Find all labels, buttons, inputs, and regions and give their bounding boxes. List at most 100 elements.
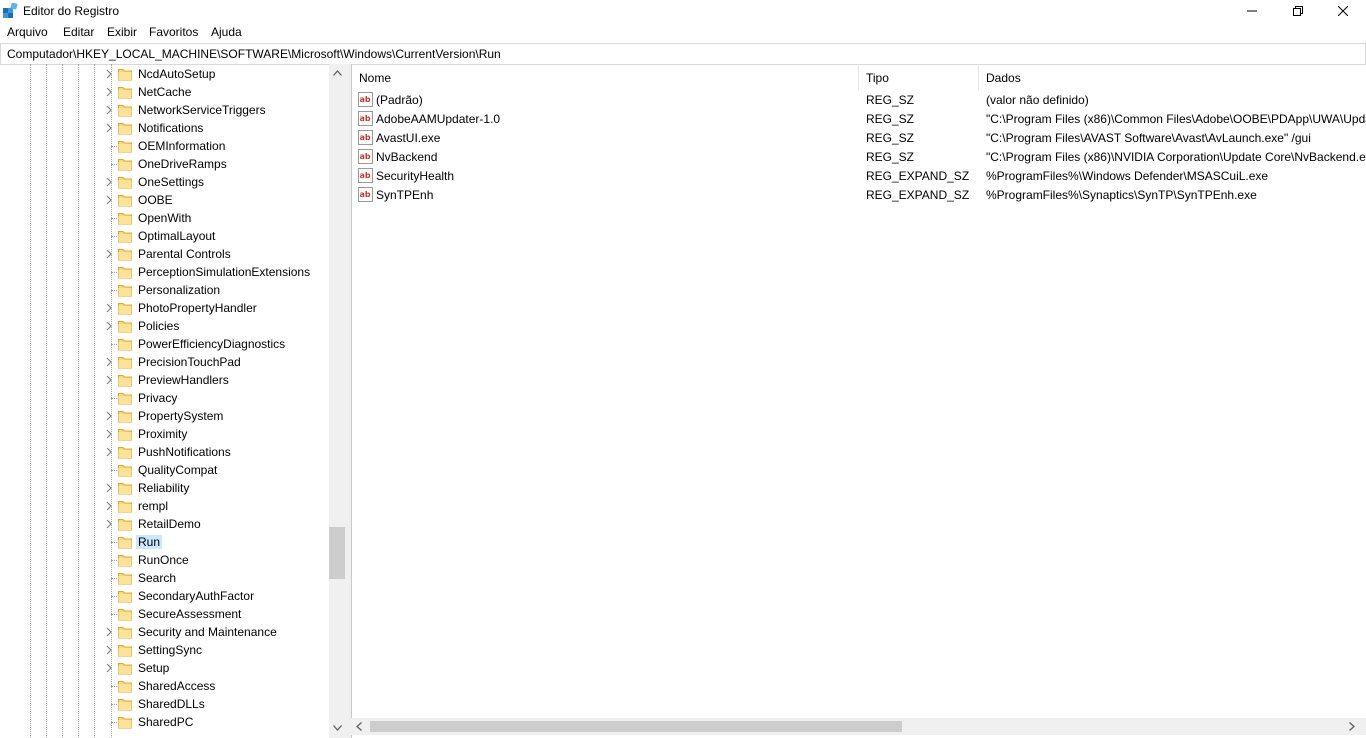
tree-item[interactable]: PerceptionSimulationExtensions	[0, 263, 330, 281]
tree-item[interactable]: SecureAssessment	[0, 605, 330, 623]
chevron-right-icon[interactable]	[104, 446, 114, 458]
chevron-right-icon[interactable]	[104, 428, 114, 440]
tree-item[interactable]: NetworkServiceTriggers	[0, 101, 330, 119]
maximize-button[interactable]	[1275, 0, 1321, 22]
scroll-thumb[interactable]	[329, 527, 345, 579]
value-row[interactable]: ab AdobeAAMUpdater-1.0 REG_SZ "C:\Program F…	[352, 109, 1366, 128]
chevron-right-icon[interactable]	[104, 500, 114, 512]
chevron-right-icon[interactable]	[104, 410, 114, 422]
chevron-right-icon[interactable]	[104, 302, 114, 314]
chevron-right-icon[interactable]	[104, 626, 114, 638]
chevron-right-icon[interactable]	[1349, 722, 1355, 731]
tree-item[interactable]: NetCache	[0, 83, 330, 101]
tree-item[interactable]: Proximity	[0, 425, 330, 443]
tree-item[interactable]: PrecisionTouchPad	[0, 353, 330, 371]
tree-item[interactable]: OOBE	[0, 191, 330, 209]
scroll-up-button[interactable]	[329, 64, 345, 82]
tree-item-label: SecureAssessment	[138, 607, 242, 621]
chevron-right-icon[interactable]	[104, 104, 114, 116]
column-header-data[interactable]: Dados	[979, 64, 1366, 90]
scroll-thumb[interactable]	[370, 721, 902, 732]
value-type: REG_SZ	[866, 93, 915, 107]
tree-item[interactable]: OptimalLayout	[0, 227, 330, 245]
folder-icon	[118, 375, 132, 387]
tree-item[interactable]: SharedAccess	[0, 677, 330, 695]
chevron-right-icon[interactable]	[104, 176, 114, 188]
list-horizontal-scrollbar[interactable]	[351, 718, 1366, 735]
menu-favoritos[interactable]: Favoritos	[149, 25, 198, 39]
tree-item[interactable]: SecondaryAuthFactor	[0, 587, 330, 605]
tree-item-label: Notifications	[138, 121, 204, 135]
tree-item[interactable]: RunOnce	[0, 551, 330, 569]
chevron-left-icon[interactable]	[356, 722, 362, 731]
folder-icon	[118, 87, 132, 99]
tree-item[interactable]: PowerEfficiencyDiagnostics	[0, 335, 330, 353]
tree-item-label: OneDriveRamps	[138, 157, 227, 171]
tree-item[interactable]: PropertySystem	[0, 407, 330, 425]
chevron-right-icon[interactable]	[104, 374, 114, 386]
tree-item[interactable]: Security and Maintenance	[0, 623, 330, 641]
tree-item-label: Policies	[138, 319, 180, 333]
address-bar[interactable]: Computador\HKEY_LOCAL_MACHINE\SOFTWARE\M…	[0, 43, 1366, 65]
tree-item[interactable]: NcdAutoSetup	[0, 65, 330, 83]
value-type: REG_SZ	[866, 131, 915, 145]
value-row[interactable]: ab (Padrão) REG_SZ (valor não definido)	[352, 90, 1366, 109]
folder-icon	[118, 141, 132, 153]
chevron-right-icon[interactable]	[104, 68, 114, 80]
tree-item[interactable]: SharedDLLs	[0, 695, 330, 713]
minimize-button[interactable]	[1229, 0, 1275, 22]
chevron-right-icon[interactable]	[104, 122, 114, 134]
close-button[interactable]	[1320, 0, 1366, 22]
folder-icon	[118, 195, 132, 207]
value-row[interactable]: ab AvastUI.exe REG_SZ "C:\Program Files\AVA…	[352, 128, 1366, 147]
menu-exibir[interactable]: Exibir	[107, 25, 137, 39]
tree-vertical-scrollbar[interactable]	[329, 64, 345, 738]
chevron-right-icon[interactable]	[104, 86, 114, 98]
menu-ajuda[interactable]: Ajuda	[211, 25, 242, 39]
column-header-type[interactable]: Tipo	[859, 64, 979, 90]
menu-editar[interactable]: Editar	[63, 25, 94, 39]
chevron-right-icon[interactable]	[104, 482, 114, 494]
chevron-right-icon[interactable]	[104, 248, 114, 260]
chevron-right-icon[interactable]	[104, 518, 114, 530]
tree-item[interactable]: Personalization	[0, 281, 330, 299]
chevron-right-icon[interactable]	[104, 320, 114, 332]
menu-arquivo[interactable]: Arquivo	[7, 25, 48, 39]
address-path[interactable]: Computador\HKEY_LOCAL_MACHINE\SOFTWARE\M…	[7, 47, 501, 61]
tree-item[interactable]: rempl	[0, 497, 330, 515]
tree-item[interactable]: OpenWith	[0, 209, 330, 227]
tree-item[interactable]: OneSettings	[0, 173, 330, 191]
tree-item-label: PowerEfficiencyDiagnostics	[138, 337, 286, 351]
tree-item[interactable]: SettingSync	[0, 641, 330, 659]
chevron-right-icon[interactable]	[104, 356, 114, 368]
tree-item-label: RunOnce	[138, 553, 189, 567]
tree-item[interactable]: Run	[0, 533, 330, 551]
value-row[interactable]: ab NvBackend REG_SZ "C:\Program Files (x86)…	[352, 147, 1366, 166]
tree-item[interactable]: OEMInformation	[0, 137, 330, 155]
tree-item[interactable]: Privacy	[0, 389, 330, 407]
tree-item[interactable]: PushNotifications	[0, 443, 330, 461]
chevron-right-icon[interactable]	[104, 662, 114, 674]
value-row[interactable]: ab SecurityHealth REG_EXPAND_SZ %ProgramFil…	[352, 166, 1366, 185]
tree-item[interactable]: PreviewHandlers	[0, 371, 330, 389]
tree-item[interactable]: QualityCompat	[0, 461, 330, 479]
key-tree[interactable]: NcdAutoSetup NetCache NetworkServiceTrigge…	[0, 64, 346, 738]
values-list[interactable]: Nome Tipo Dados ab (Padrão) REG_SZ (valor n…	[351, 64, 1366, 738]
tree-item[interactable]: Search	[0, 569, 330, 587]
tree-item[interactable]: Reliability	[0, 479, 330, 497]
scroll-down-button[interactable]	[329, 719, 345, 737]
value-name: SecurityHealth	[376, 169, 455, 183]
tree-item[interactable]: Policies	[0, 317, 330, 335]
value-row[interactable]: ab SynTPEnh REG_EXPAND_SZ %ProgramFiles%\Sy…	[352, 185, 1366, 204]
tree-item[interactable]: PhotoPropertyHandler	[0, 299, 330, 317]
tree-item[interactable]: Notifications	[0, 119, 330, 137]
svg-text:ab: ab	[360, 190, 371, 199]
tree-item[interactable]: Setup	[0, 659, 330, 677]
chevron-right-icon[interactable]	[104, 644, 114, 656]
tree-item[interactable]: OneDriveRamps	[0, 155, 330, 173]
tree-item[interactable]: Parental Controls	[0, 245, 330, 263]
chevron-right-icon[interactable]	[104, 194, 114, 206]
tree-item[interactable]: SharedPC	[0, 713, 330, 731]
tree-item[interactable]: RetailDemo	[0, 515, 330, 533]
column-header-name[interactable]: Nome	[352, 64, 859, 90]
